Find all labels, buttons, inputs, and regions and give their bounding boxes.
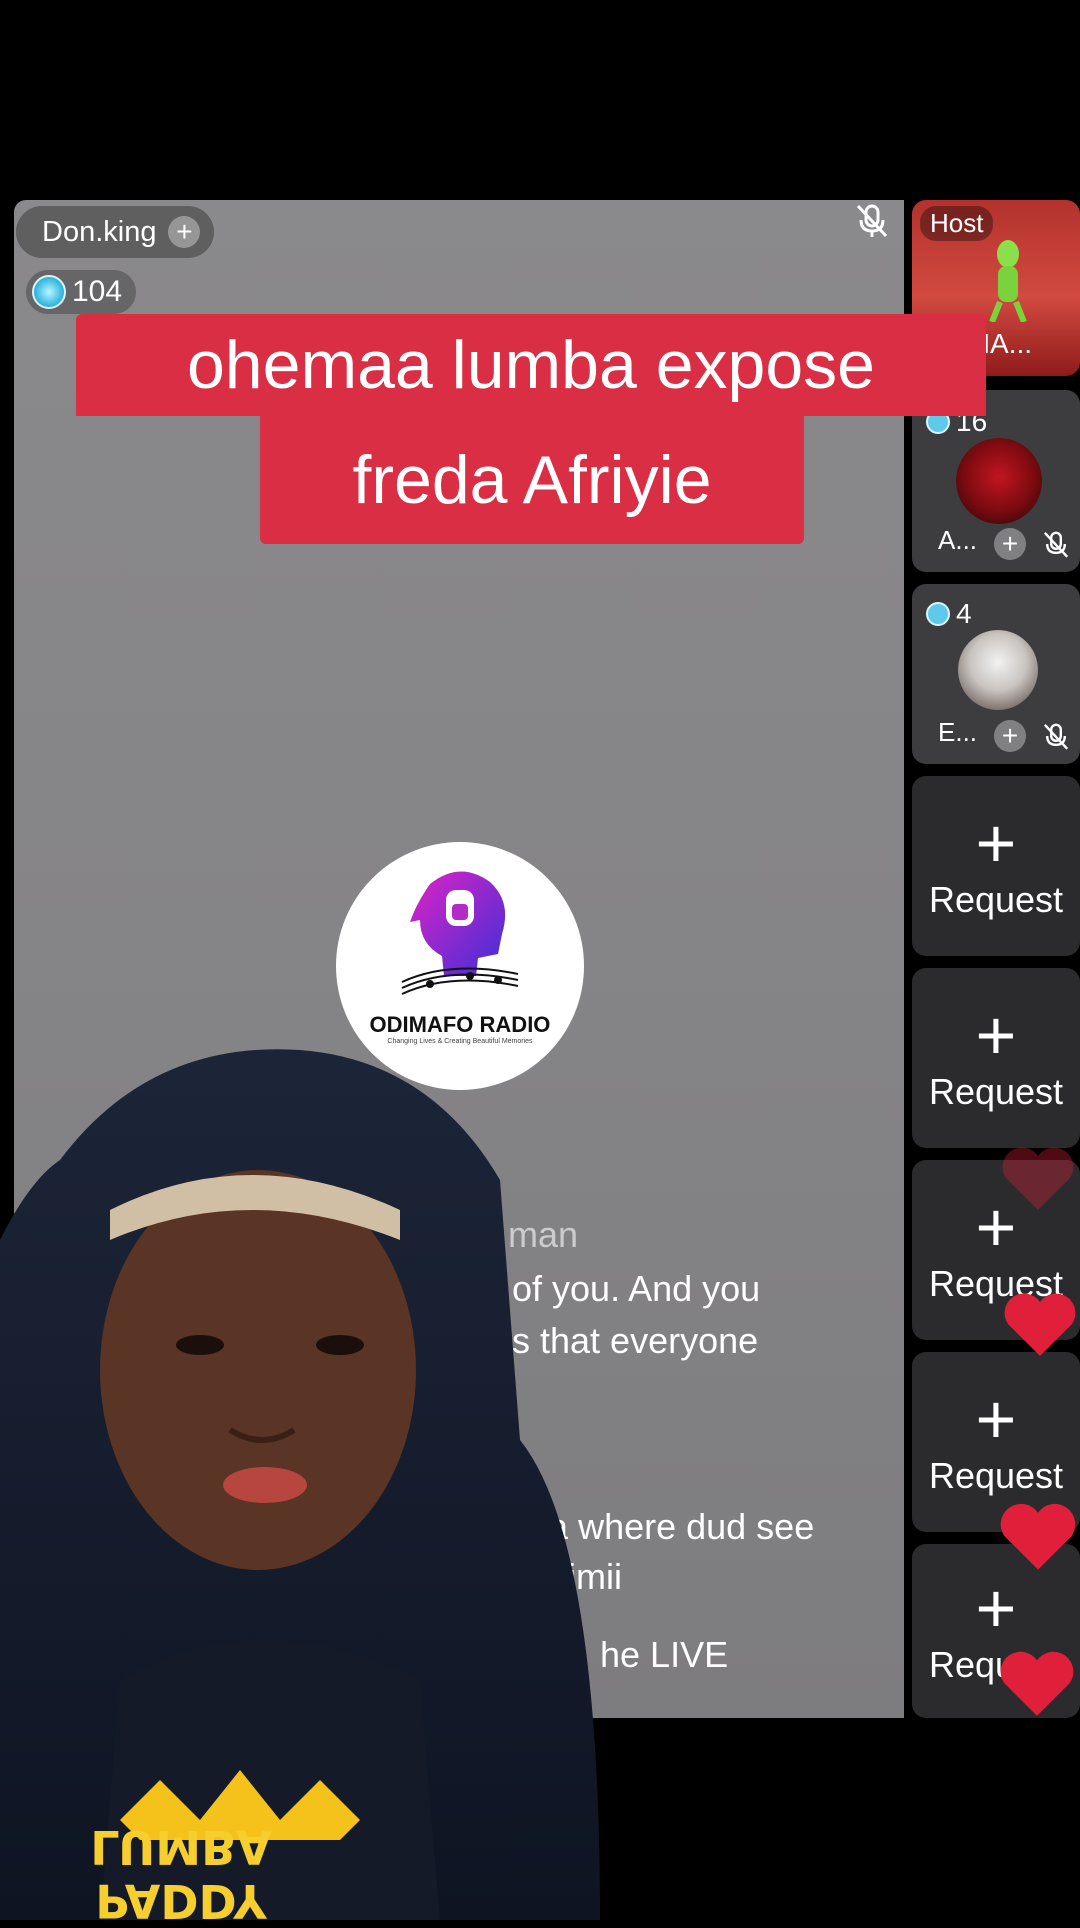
host-name: Don.king: [42, 215, 157, 248]
plus-icon: +: [975, 1379, 1017, 1458]
logo-name: ODIMAFO RADIO: [369, 1012, 551, 1037]
host-avatar: [989, 240, 1027, 322]
mic-muted-icon: [1043, 723, 1069, 750]
request-slot-button[interactable]: + Request: [912, 968, 1080, 1148]
guest-avatar: [958, 630, 1038, 710]
presenter-overlay: [0, 1049, 600, 1920]
shirt-print: PADDY LUMBA: [90, 1820, 272, 1928]
plus-icon: +: [975, 995, 1017, 1074]
follow-plus-icon[interactable]: +: [168, 216, 201, 248]
coin-icon: [926, 602, 950, 626]
guest-card[interactable]: 16 A... +: [912, 390, 1080, 572]
request-label: Request: [928, 878, 1064, 920]
guest-avatar: [956, 438, 1042, 524]
coin-icon: [32, 275, 66, 309]
request-label: Request: [928, 1454, 1064, 1496]
request-label: Request: [928, 1070, 1064, 1112]
headphones-logo-icon: [401, 871, 519, 995]
follow-plus-icon[interactable]: +: [994, 528, 1026, 560]
chat-line: he LIVE: [600, 1634, 729, 1675]
guest-coin-count: 4: [926, 598, 972, 630]
request-slot-button[interactable]: + Request: [912, 776, 1080, 956]
mic-muted-icon: [1043, 531, 1069, 558]
mic-muted-icon: [856, 204, 888, 238]
heart-icon: [1004, 1293, 1076, 1356]
coin-count: 104: [72, 275, 123, 308]
plus-icon: +: [975, 803, 1017, 882]
heart-icon: [1000, 1503, 1076, 1570]
video-caption-line-2: freda Afriyie: [260, 416, 804, 544]
plus-icon: +: [975, 1568, 1017, 1647]
follow-plus-icon[interactable]: +: [994, 720, 1026, 752]
coin-count-badge: 104: [26, 270, 137, 314]
guest-name: E...: [938, 717, 978, 747]
host-pill[interactable]: Don.king +: [16, 206, 215, 258]
heart-icon: [1000, 1651, 1074, 1716]
video-caption-line-1: ohemaa lumba expose: [76, 314, 986, 416]
heart-icon: [1002, 1147, 1074, 1210]
guest-card[interactable]: 4 E... +: [912, 584, 1080, 764]
guest-name: A...: [938, 525, 978, 555]
